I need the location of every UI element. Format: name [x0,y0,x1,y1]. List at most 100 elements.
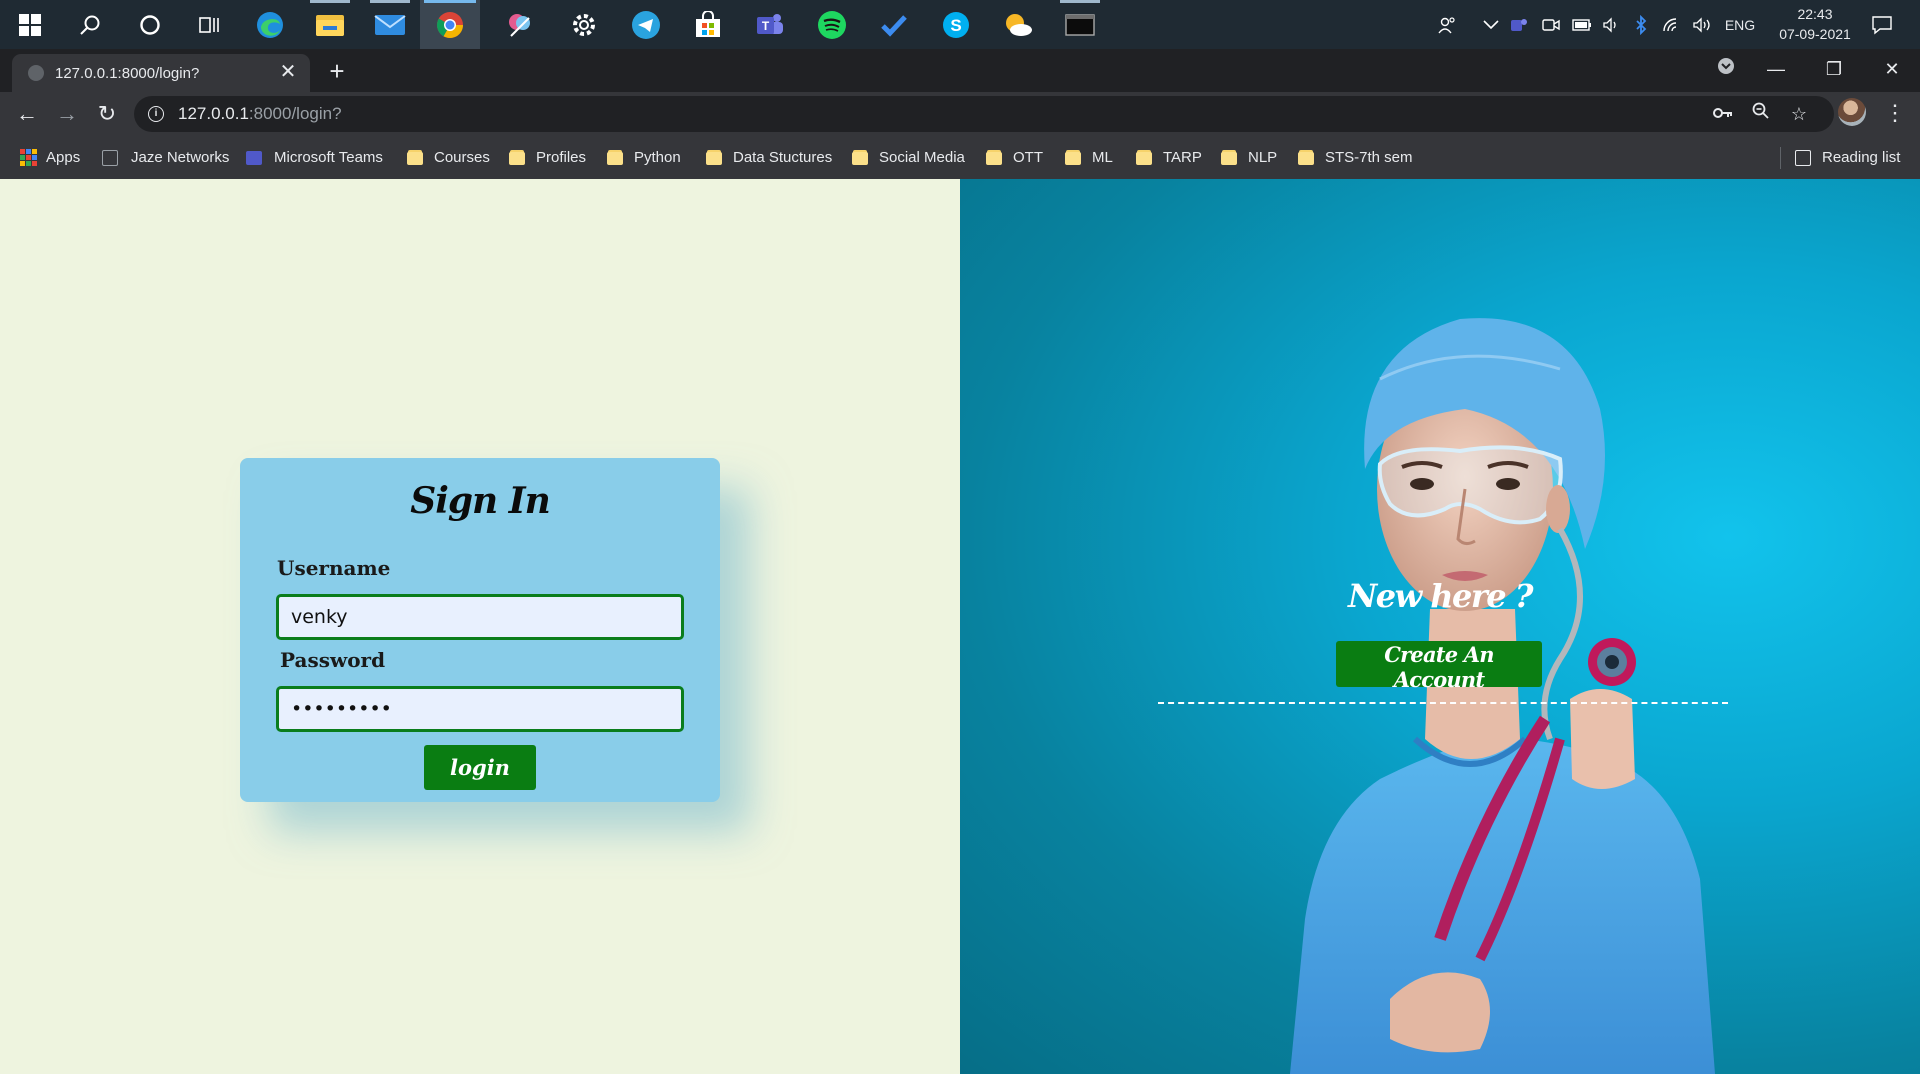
bookmark-profiles[interactable]: Profiles [509,136,586,179]
todo-icon[interactable] [864,0,924,49]
file-explorer-icon[interactable] [300,0,360,49]
reading-list-icon [1795,149,1811,166]
bookmark-data-stuctures[interactable]: Data Stuctures [706,136,832,179]
mail-icon[interactable] [360,0,420,49]
reading-list-button[interactable]: Reading list [1795,136,1900,179]
edge-icon[interactable] [240,0,300,49]
folder-icon [1136,150,1152,165]
skype-icon[interactable]: S [926,0,986,49]
url-text[interactable]: 127.0.0.1:8000/login? [178,104,342,124]
password-input[interactable] [279,689,681,729]
username-input[interactable] [279,597,681,637]
chevron-up-icon[interactable] [1480,0,1502,49]
bookmark-social-media[interactable]: Social Media [852,136,965,179]
browser-tab[interactable]: 127.0.0.1:8000/login? ✕ [12,54,310,92]
bookmark-python[interactable]: Python [607,136,681,179]
bookmark-label: Courses [434,149,490,166]
folder-icon [607,150,623,165]
bookmark-label: Jaze Networks [131,149,230,166]
bookmark-jaze-networks[interactable]: Jaze Networks [102,136,229,179]
bookmark-tarp[interactable]: TARP [1136,136,1202,179]
teams-icon[interactable]: T [740,0,800,49]
dashed-divider [1158,702,1728,704]
bookmark-microsoft-teams[interactable]: Microsoft Teams [246,136,383,179]
bookmark-label: OTT [1013,149,1043,166]
url-host: 127.0.0.1 [178,104,249,123]
bookmark-nlp[interactable]: NLP [1221,136,1278,179]
login-button[interactable]: login [424,745,536,790]
password-field-wrapper [276,686,684,732]
folder-icon [852,150,868,165]
login-pane: Sign In Username Password login [0,179,960,1074]
speaker-icon[interactable] [1600,0,1622,49]
restore-icon[interactable]: ❐ [1806,49,1862,92]
key-icon[interactable] [1708,100,1738,128]
folder-icon [986,150,1002,165]
teams-tray-icon[interactable] [1508,0,1530,49]
close-window-icon[interactable]: ✕ [1864,49,1920,92]
cortana-icon[interactable] [120,0,180,49]
password-label: Password [280,648,386,672]
bookmark-label: Social Media [879,149,965,166]
apps-grid-icon [20,149,37,166]
folder-icon [1298,150,1314,165]
volume-icon[interactable] [1690,0,1714,49]
telegram-icon[interactable] [616,0,676,49]
reading-list-label: Reading list [1822,149,1901,166]
chrome-menu-icon[interactable]: ⋮ [1880,96,1910,132]
tab-title: 127.0.0.1:8000/login? [55,65,200,82]
bookmark-sts-7th-sem[interactable]: STS-7th sem [1298,136,1413,179]
bookmark-star-icon[interactable]: ☆ [1784,100,1814,128]
sign-in-title: Sign In [410,480,551,522]
bookmark-label: TARP [1163,149,1202,166]
browser-toolbar: ← → ↻ i 127.0.0.1:8000/login? ☆ ⋮ [0,92,1920,136]
task-view-icon[interactable] [180,0,240,49]
signup-pane: New here ? Create An Account [960,179,1920,1074]
bookmark-ott[interactable]: OTT [986,136,1043,179]
meet-now-icon[interactable] [1540,0,1562,49]
bookmark-label: NLP [1248,149,1278,166]
bookmark-ml[interactable]: ML [1065,136,1113,179]
zoom-icon[interactable] [1746,100,1776,128]
snip-icon[interactable] [490,0,550,49]
windows-start-icon[interactable] [0,0,60,49]
language-indicator[interactable]: ENG [1720,0,1760,49]
globe-icon [28,65,44,81]
tab-search-icon[interactable] [1698,49,1754,92]
forward-arrow-icon[interactable]: → [49,96,85,132]
reload-icon[interactable]: ↻ [89,96,125,132]
clock-date: 07-09-2021 [1779,26,1851,42]
profile-avatar[interactable] [1838,98,1866,126]
bookmarks-divider [1780,147,1781,169]
tab-strip: 127.0.0.1:8000/login? ✕ + — ❐ ✕ [0,49,1920,92]
people-icon[interactable] [1432,0,1462,49]
username-field-wrapper [276,594,684,640]
create-account-button[interactable]: Create An Account [1336,641,1542,692]
folder-icon [407,150,423,165]
bluetooth-icon[interactable] [1630,0,1652,49]
bookmark-label: ML [1092,149,1113,166]
spotify-icon[interactable] [802,0,862,49]
clock[interactable]: 22:43 07-09-2021 [1770,4,1860,44]
wifi-icon[interactable] [1660,0,1684,49]
search-icon[interactable] [60,0,120,49]
new-tab-button[interactable]: + [322,57,352,87]
close-tab-icon[interactable]: ✕ [276,60,300,84]
site-info-icon[interactable]: i [148,106,164,122]
minimize-icon[interactable]: — [1748,49,1804,92]
bookmark-label: Python [634,149,681,166]
chrome-icon[interactable] [420,0,480,49]
bookmark-apps[interactable]: Apps [20,136,80,179]
settings-icon[interactable] [554,0,614,49]
weather-icon[interactable] [988,0,1048,49]
svg-text:S: S [950,16,961,35]
new-here-text: New here ? [1347,577,1534,615]
bookmark-label: Apps [46,149,81,166]
bookmark-courses[interactable]: Courses [407,136,490,179]
login-card: Sign In Username Password login [240,458,720,802]
terminal-icon[interactable] [1050,0,1110,49]
store-icon[interactable] [678,0,738,49]
address-bar[interactable]: i 127.0.0.1:8000/login? ☆ [134,96,1834,132]
back-arrow-icon[interactable]: ← [9,96,45,132]
notifications-icon[interactable] [1862,0,1902,49]
